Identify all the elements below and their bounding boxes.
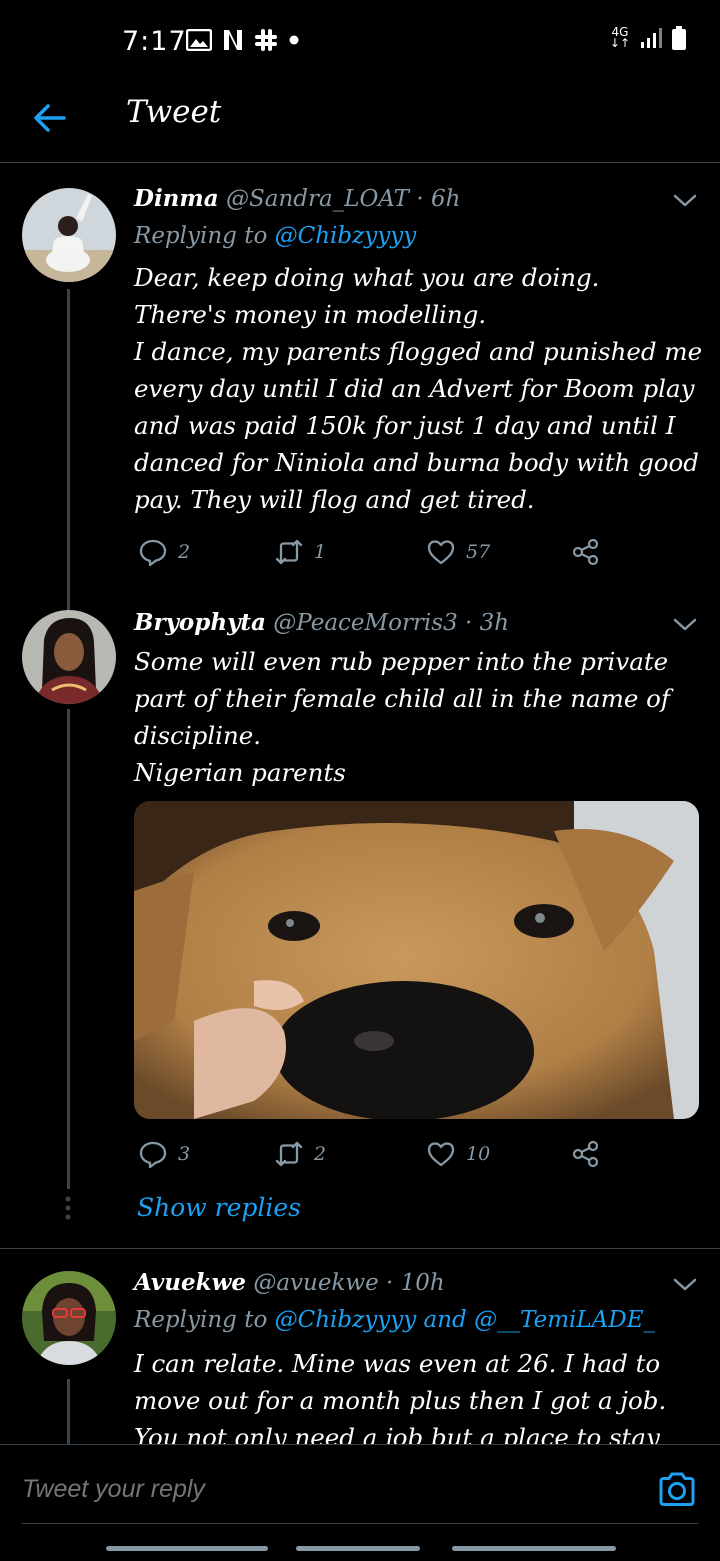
avatar[interactable] <box>22 1271 116 1365</box>
gallery-icon <box>186 29 212 51</box>
tweet-reply-avuekwe[interactable]: Avuekwe @avuekwe · 10h Replying to @Chib… <box>0 1249 720 1444</box>
like-count: 57 <box>466 541 491 563</box>
thread-line <box>67 289 70 603</box>
user-handle[interactable]: @avuekwe <box>253 1270 378 1296</box>
share-button[interactable] <box>570 1139 602 1169</box>
tweet-time: · 10h <box>386 1270 445 1296</box>
avatar[interactable] <box>22 610 116 704</box>
tweet-text: Dear, keep doing what you are doing. The… <box>134 263 703 514</box>
signal-icon <box>641 28 662 48</box>
retweet-count: 2 <box>314 1143 327 1165</box>
nav-handle <box>452 1546 616 1551</box>
retweet-icon <box>275 539 303 565</box>
comment-icon <box>139 1141 167 1169</box>
share-icon <box>572 1140 599 1168</box>
heart-icon <box>427 1142 455 1167</box>
chevron-down-icon[interactable] <box>670 615 700 635</box>
chevron-down-icon[interactable] <box>670 191 700 211</box>
page-title: Tweet <box>126 94 222 130</box>
like-button[interactable]: 57 <box>426 537 490 567</box>
share-button[interactable] <box>570 537 602 567</box>
reply-button[interactable]: 3 <box>138 1139 190 1169</box>
like-count: 10 <box>466 1143 491 1165</box>
tweet-reply-dinma[interactable]: Dinma @Sandra_LOAT · 6h Replying to @Chi… <box>0 163 720 603</box>
retweet-icon <box>275 1141 303 1167</box>
network-indicator: 4G ↓↑ <box>609 25 630 50</box>
replying-label: Replying to <box>134 223 268 249</box>
tweet-text: Some will even rub pepper into the priva… <box>134 647 670 787</box>
netflix-icon <box>224 30 242 50</box>
reply-count: 2 <box>178 541 191 563</box>
tweet-actions: 2 1 57 <box>134 537 614 569</box>
like-button[interactable]: 10 <box>426 1139 490 1169</box>
reply-button[interactable]: 2 <box>138 537 190 567</box>
thread-line <box>67 1379 70 1444</box>
slack-icon <box>255 29 277 51</box>
tweet-header: Bryophyta @PeaceMorris3 · 3h <box>134 609 509 636</box>
tweet-header: Avuekwe @avuekwe · 10h <box>134 1269 445 1296</box>
display-name[interactable]: Dinma <box>134 185 219 212</box>
tweet-reply-bryophyta[interactable]: Bryophyta @PeaceMorris3 · 3h Some will e… <box>0 603 720 1249</box>
nav-handle <box>106 1546 268 1551</box>
mention-link[interactable]: @Chibzyyyy <box>275 223 417 249</box>
reply-input[interactable] <box>22 1475 622 1504</box>
user-handle[interactable]: @PeaceMorris3 <box>273 610 457 636</box>
system-icons: 4G ↓↑ <box>610 26 686 50</box>
divider <box>22 1523 698 1524</box>
share-icon <box>572 538 599 566</box>
reply-count: 3 <box>178 1143 191 1165</box>
top-app-bar: Tweet <box>0 80 720 163</box>
display-name[interactable]: Bryophyta <box>134 609 266 636</box>
tweet-time: · 6h <box>416 186 461 212</box>
tweet-text: I can relate. Mine was even at 26. I had… <box>134 1349 667 1444</box>
show-replies-link[interactable]: Show replies <box>137 1193 301 1222</box>
mention-link[interactable]: @Chibzyyyy and @__TemiLADE_ <box>275 1307 655 1333</box>
chevron-down-icon[interactable] <box>670 1275 700 1295</box>
more-replies-indicator <box>64 1195 72 1225</box>
heart-icon <box>427 540 455 565</box>
avatar[interactable] <box>22 188 116 282</box>
replying-label: Replying to <box>134 1307 268 1333</box>
reply-composer <box>0 1444 720 1561</box>
tweet-time: · 3h <box>465 610 510 636</box>
retweet-count: 1 <box>314 541 327 563</box>
status-time: 7:17 <box>122 26 187 57</box>
display-name[interactable]: Avuekwe <box>134 1269 246 1296</box>
dot-icon <box>289 35 299 45</box>
tweet-actions: 3 2 10 <box>134 1139 614 1171</box>
status-bar: 7:17 4G ↓↑ <box>0 0 720 80</box>
notification-icons <box>186 28 300 52</box>
back-arrow-icon[interactable] <box>30 98 70 138</box>
nav-handle <box>296 1546 420 1551</box>
camera-icon[interactable] <box>656 1469 698 1511</box>
retweet-button[interactable]: 2 <box>274 1139 326 1169</box>
tweet-image[interactable] <box>134 801 699 1119</box>
replying-to: Replying to @Chibzyyyy and @__TemiLADE_ <box>134 1307 655 1333</box>
user-handle[interactable]: @Sandra_LOAT <box>226 186 409 212</box>
thread-line <box>67 709 70 1189</box>
retweet-button[interactable]: 1 <box>274 537 326 567</box>
tweet-header: Dinma @Sandra_LOAT · 6h <box>134 185 460 212</box>
comment-icon <box>139 539 167 567</box>
replying-to: Replying to @Chibzyyyy <box>134 223 416 249</box>
battery-icon <box>672 26 686 50</box>
